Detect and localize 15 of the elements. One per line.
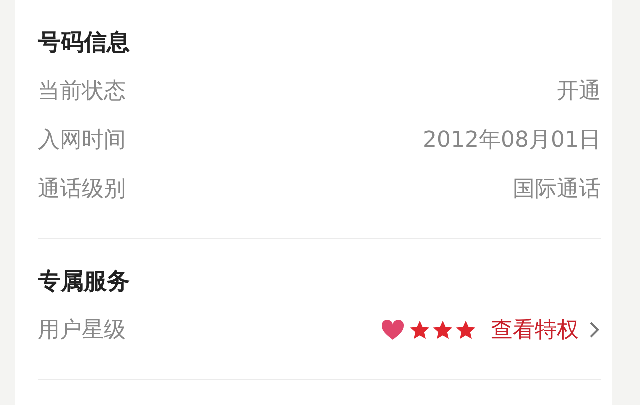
section-title: 号码信息 bbox=[38, 28, 130, 58]
row-value: 2012年08月01日 bbox=[423, 126, 601, 154]
star-icon bbox=[455, 318, 477, 340]
star-icon bbox=[432, 318, 454, 340]
section-title: 专属服务 bbox=[38, 268, 130, 296]
row-label: 通话级别 bbox=[38, 176, 126, 204]
star-icon bbox=[409, 318, 431, 340]
privilege-link[interactable]: 查看特权 bbox=[491, 314, 579, 344]
row-value: 开通 bbox=[557, 78, 601, 106]
row-label: 用户星级 bbox=[38, 316, 126, 344]
row-label: 入网时间 bbox=[38, 126, 126, 154]
row-label: 当前状态 bbox=[38, 78, 126, 106]
heart-icon bbox=[381, 318, 405, 340]
row-value: 国际通话 bbox=[513, 176, 601, 204]
chevron-right-icon[interactable] bbox=[589, 320, 601, 340]
